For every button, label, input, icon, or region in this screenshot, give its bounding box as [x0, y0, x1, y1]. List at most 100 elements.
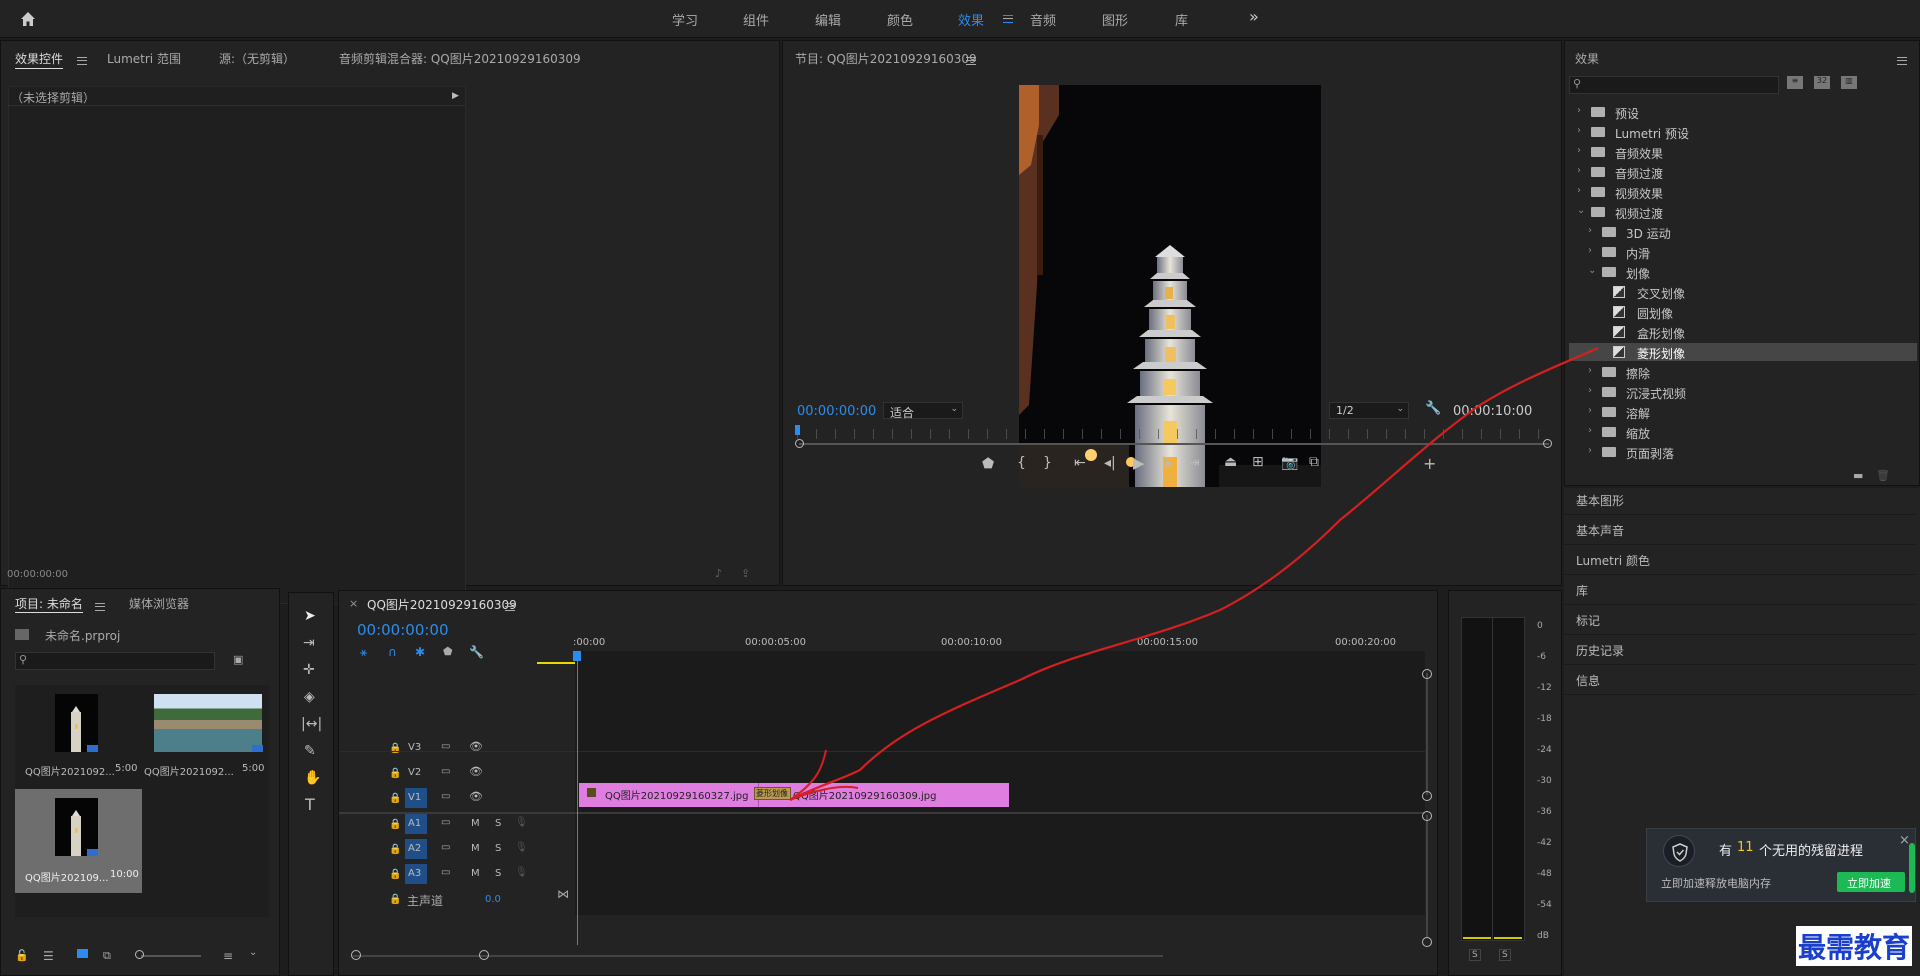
new-search-bin-icon[interactable]: ▣ [233, 653, 243, 666]
project-item[interactable]: QQ图片2021092... 5:00 [142, 685, 269, 789]
workspace-tab-0[interactable]: 学习 [672, 10, 698, 29]
list-view-icon[interactable]: ☰ [43, 949, 54, 963]
workspace-tab-7[interactable]: 库 [1175, 10, 1188, 29]
type-tool-icon[interactable]: T [305, 795, 315, 814]
effects-tree-item[interactable]: › Lumetri 预设 [1569, 123, 1917, 141]
playhead-handle[interactable] [573, 651, 581, 661]
vertical-scroll-handle[interactable] [1422, 791, 1432, 801]
filter-audio-icon[interactable]: ♪ [715, 567, 722, 580]
effects-tree-item[interactable]: ⌄ 划像 [1569, 263, 1917, 281]
snap-icon[interactable]: ∩ [388, 645, 397, 659]
playhead-marker[interactable] [795, 425, 800, 435]
extract-icon[interactable]: ⊞ [1252, 454, 1264, 470]
panel-menu-icon[interactable] [77, 54, 87, 68]
new-bin-icon[interactable]: ▬ [1853, 469, 1863, 482]
effects-tree-item[interactable]: › 沉浸式视频 [1569, 383, 1917, 401]
compare-view-icon[interactable]: ⧉ [1309, 454, 1319, 470]
go-to-in-icon[interactable]: ⇤ [1074, 455, 1086, 471]
track-target-a2[interactable]: A2 [405, 839, 427, 859]
mic-icon[interactable]: 🎙 [515, 867, 528, 878]
chevron-right-icon[interactable]: › [1577, 105, 1581, 116]
eye-icon[interactable]: 👁 [469, 765, 483, 778]
effects-tree-item[interactable]: › 音频效果 [1569, 143, 1917, 161]
mute-button[interactable]: M [471, 868, 480, 879]
master-track-expand-icon[interactable]: ⋈ [557, 887, 569, 901]
tab-project[interactable]: 项目: 未命名 [15, 595, 83, 613]
side-panel-4[interactable]: 标记 [1576, 612, 1600, 629]
workspace-tab-1[interactable]: 组件 [743, 10, 769, 29]
play-icon[interactable]: ▶ [1133, 454, 1145, 472]
zoom-slider-handle[interactable] [135, 950, 144, 959]
video-clip[interactable]: QQ图片20210929160309.jpg [759, 783, 1009, 807]
program-menu-icon[interactable] [966, 54, 976, 68]
mark-in-icon[interactable]: { [1017, 455, 1026, 471]
lift-icon[interactable]: ⏏ [1224, 454, 1237, 470]
nest-icon[interactable]: ⚹ [360, 645, 367, 660]
track-lock-icon[interactable]: 🔒 [389, 743, 401, 754]
scroll-handle-left[interactable] [795, 439, 804, 448]
effects-tree-item[interactable]: 盒形划像 [1569, 323, 1917, 341]
chevron-right-icon[interactable]: › [1577, 145, 1581, 156]
workspace-tab-4[interactable]: 效果 [958, 10, 984, 29]
pen-tool-icon[interactable]: ✎ [304, 743, 316, 759]
vertical-scroll-handle[interactable] [1422, 669, 1432, 679]
slip-tool-icon[interactable]: |↔| [301, 716, 322, 732]
workspace-tab-5[interactable]: 音频 [1030, 10, 1056, 29]
zoom-slider[interactable] [141, 955, 201, 957]
timeline-playhead[interactable] [577, 653, 578, 945]
vertical-scrollbar-audio[interactable] [1426, 815, 1428, 937]
chevron-right-icon[interactable]: › [1588, 445, 1592, 456]
tab-source[interactable]: 源:（无剪辑） [219, 50, 295, 67]
side-panel-1[interactable]: 基本声音 [1576, 522, 1624, 539]
linked-selection-icon[interactable]: ✱ [415, 645, 425, 659]
effects-tree-item[interactable]: 菱形划像 [1569, 343, 1917, 361]
go-to-out-icon[interactable]: ⇥ [1188, 455, 1200, 471]
project-search-input[interactable]: ⚲ [15, 652, 215, 670]
add-button-icon[interactable]: + [1423, 454, 1436, 473]
side-panel-2[interactable]: Lumetri 颜色 [1576, 552, 1650, 569]
project-item[interactable]: QQ图片2021092... 5:00 [15, 685, 142, 789]
quality-dropdown[interactable]: 1/2 ⌄ [1329, 402, 1409, 419]
track-lock-icon[interactable]: 🔒 [389, 793, 401, 804]
workspace-tab-3[interactable]: 颜色 [887, 10, 913, 29]
home-icon[interactable] [20, 11, 36, 27]
vertical-scroll-handle[interactable] [1422, 811, 1432, 821]
tab-audio-clip-mixer[interactable]: 音频剪辑混合器: QQ图片20210929160309 [339, 50, 581, 67]
side-panel-5[interactable]: 历史记录 [1576, 642, 1624, 659]
track-lock-icon[interactable]: 🔒 [389, 869, 401, 880]
yuv-effects-icon[interactable]: ▥ [1841, 76, 1857, 89]
program-timecode[interactable]: 00:00:00:00 [797, 404, 876, 419]
effects-tree-item[interactable]: › 音频过渡 [1569, 163, 1917, 181]
mic-icon[interactable]: 🎙 [515, 842, 528, 853]
program-time-ruler[interactable] [797, 429, 1547, 439]
step-forward-icon[interactable]: |▸ [1161, 455, 1173, 471]
transition-block[interactable]: 菱形划像 [754, 787, 791, 800]
master-track-value[interactable]: 0.0 [485, 894, 501, 905]
effects-tree-item[interactable]: › 内滑 [1569, 243, 1917, 261]
sequence-menu-icon[interactable] [505, 600, 515, 614]
side-panel-3[interactable]: 库 [1576, 582, 1588, 599]
effects-search-input[interactable]: ⚲ [1569, 76, 1779, 94]
sync-lock-icon[interactable]: ▭ [441, 842, 450, 853]
sequence-timecode[interactable]: 00:00:00:00 [357, 621, 449, 639]
chevron-right-icon[interactable]: › [1588, 425, 1592, 436]
delete-icon[interactable]: 🗑 [1876, 469, 1890, 482]
horizontal-scroll-left[interactable] [351, 950, 361, 960]
sync-lock-icon[interactable]: ▭ [441, 766, 450, 777]
chevron-right-icon[interactable]: › [1588, 225, 1592, 236]
sync-lock-icon[interactable]: ▭ [441, 791, 450, 802]
scroll-handle-right[interactable] [1543, 439, 1552, 448]
track-target-a3[interactable]: A3 [405, 864, 427, 884]
chevron-right-icon[interactable]: › [1588, 405, 1592, 416]
side-panel-6[interactable]: 信息 [1576, 672, 1600, 689]
effects-tree-item[interactable]: › 页面剥落 [1569, 443, 1917, 461]
workspace-tab-6[interactable]: 图形 [1102, 10, 1128, 29]
solo-right-button[interactable]: S [1499, 949, 1511, 961]
track-lock-icon[interactable]: 🔒 [389, 819, 401, 830]
ripple-edit-tool-icon[interactable]: ✛ [303, 662, 315, 678]
track-target-v2[interactable]: V2 [405, 763, 427, 783]
horizontal-scroll-right[interactable] [479, 950, 489, 960]
export-frame-icon[interactable]: 📷 [1281, 455, 1298, 471]
video-clip[interactable]: QQ图片20210929160327.jpg [579, 783, 759, 807]
razor-tool-icon[interactable]: ◈ [304, 689, 315, 705]
